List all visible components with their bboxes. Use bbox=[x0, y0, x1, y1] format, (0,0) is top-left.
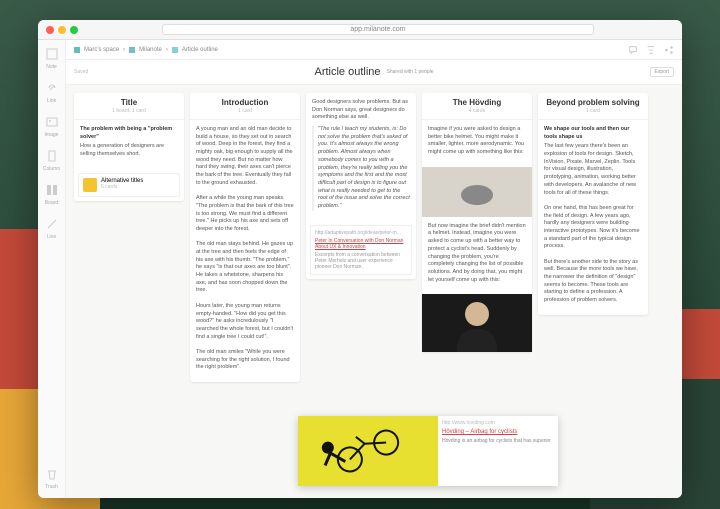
banner-title: Hövding – Airbag for cyclists bbox=[442, 429, 554, 435]
board-icon[interactable] bbox=[46, 184, 58, 196]
link-icon[interactable] bbox=[46, 82, 58, 94]
link-title: Peter In Conversation with Don Norman Ab… bbox=[315, 238, 407, 250]
card-quote: "The rule I teach my students, is: Do no… bbox=[312, 126, 410, 211]
col-title[interactable]: Beyond problem solving bbox=[544, 98, 642, 107]
line-label: Line bbox=[47, 234, 56, 240]
col-title[interactable]: The Hövding bbox=[428, 98, 526, 107]
banner-desc: Hövding is an airbag for cyclists that h… bbox=[442, 438, 554, 444]
close-dot[interactable] bbox=[46, 26, 54, 34]
banner-image bbox=[298, 416, 438, 486]
card-body: Good designers solve problems. But as Do… bbox=[312, 99, 410, 122]
board-title[interactable]: Article outline bbox=[314, 66, 380, 78]
banner-domain: http://www.hovding.com bbox=[442, 420, 554, 426]
board-header: Saved Article outline Shared with 1 peop… bbox=[66, 60, 682, 85]
alt-meta: 6 cards bbox=[101, 184, 143, 190]
helmet-image[interactable] bbox=[422, 167, 532, 217]
column-beyond[interactable]: Beyond problem solving1 card We shape ou… bbox=[538, 93, 648, 315]
card[interactable]: Good designers solve problems. But as Do… bbox=[306, 93, 416, 221]
col-meta: 1 card bbox=[544, 108, 642, 114]
card-title: We shape our tools and then our tools sh… bbox=[544, 126, 642, 141]
url-bar[interactable]: app.milanote.com bbox=[162, 24, 594, 35]
column-intro[interactable]: Introduction1 card A young man and an ol… bbox=[190, 93, 300, 382]
board-label: Board bbox=[45, 200, 58, 206]
saved-status: Saved bbox=[74, 69, 88, 75]
tool-sidebar: Note Link Image Column Board Line Trash bbox=[38, 40, 66, 498]
card[interactable]: The problem with being a "problem solver… bbox=[74, 120, 184, 169]
card[interactable]: We shape our tools and then our tools sh… bbox=[538, 120, 648, 315]
col-meta: 4 cards bbox=[428, 108, 526, 114]
column-icon[interactable] bbox=[46, 150, 58, 162]
card-body: But now imagine the brief didn't mention… bbox=[428, 223, 526, 285]
card-body: A young man and an old man decide to bui… bbox=[196, 126, 294, 372]
card[interactable]: But now imagine the brief didn't mention… bbox=[422, 217, 532, 295]
link-desc: Excerpts from a conversation between Pet… bbox=[315, 252, 407, 270]
link-label: Link bbox=[47, 98, 56, 104]
link-card[interactable]: http://adaptivepath.org/ideas/peter-m...… bbox=[310, 225, 412, 275]
share-icon[interactable] bbox=[664, 45, 674, 55]
board-icon bbox=[83, 178, 97, 192]
shared-info[interactable]: Shared with 1 people bbox=[387, 69, 434, 75]
board-sq-icon bbox=[129, 47, 135, 53]
hovding-link-card[interactable]: http://www.hovding.com Hövding – Airbag … bbox=[298, 416, 558, 486]
browser-chrome: app.milanote.com bbox=[38, 20, 682, 40]
col-title[interactable]: Title bbox=[80, 98, 178, 107]
comment-icon[interactable] bbox=[628, 45, 638, 55]
col-title[interactable]: Introduction bbox=[196, 98, 294, 107]
link-domain: http://adaptivepath.org/ideas/peter-m... bbox=[315, 230, 407, 236]
trash-icon[interactable] bbox=[46, 468, 58, 480]
alt-title: Alternative titles bbox=[101, 178, 143, 184]
image-label: Image bbox=[45, 132, 59, 138]
crumb-milanote[interactable]: Milanote bbox=[139, 47, 162, 53]
col-meta: 1 card bbox=[196, 108, 294, 114]
card[interactable]: Imagine if you were asked to design a be… bbox=[422, 120, 532, 167]
column-label: Column bbox=[43, 166, 60, 172]
min-dot[interactable] bbox=[58, 26, 66, 34]
max-dot[interactable] bbox=[70, 26, 78, 34]
card-title: The problem with being a "problem solver… bbox=[80, 126, 178, 141]
app-window: app.milanote.com Note Link Image Column … bbox=[38, 20, 682, 498]
note-icon[interactable] bbox=[46, 48, 58, 60]
col-meta: 1 board, 1 card bbox=[80, 108, 178, 114]
breadcrumb: Marc's space › Milanote › Article outlin… bbox=[66, 40, 682, 60]
card-body: How a generation of designers are sellin… bbox=[80, 143, 178, 158]
filter-icon[interactable] bbox=[646, 45, 656, 55]
image-icon[interactable] bbox=[46, 116, 58, 128]
board-sq-icon bbox=[172, 47, 178, 53]
crumb-current[interactable]: Article outline bbox=[182, 47, 218, 53]
export-button[interactable]: Export bbox=[650, 67, 674, 77]
note-label: Note bbox=[46, 64, 57, 70]
card-body: Imagine if you were asked to design a be… bbox=[428, 126, 526, 157]
line-icon[interactable] bbox=[46, 218, 58, 230]
space-icon bbox=[74, 47, 80, 53]
column-title[interactable]: Title1 board, 1 card The problem with be… bbox=[74, 93, 184, 201]
column-hovding[interactable]: The Hövding4 cards Imagine if you were a… bbox=[422, 93, 532, 352]
trash-label: Trash bbox=[45, 484, 58, 490]
alt-titles-board[interactable]: Alternative titles 6 cards bbox=[78, 173, 180, 197]
column-quote[interactable]: Good designers solve problems. But as Do… bbox=[306, 93, 416, 279]
crumb-space[interactable]: Marc's space bbox=[84, 47, 119, 53]
card-body: The last few years there's been an explo… bbox=[544, 143, 642, 304]
person-image[interactable] bbox=[422, 294, 532, 352]
card[interactable]: A young man and an old man decide to bui… bbox=[190, 120, 300, 382]
